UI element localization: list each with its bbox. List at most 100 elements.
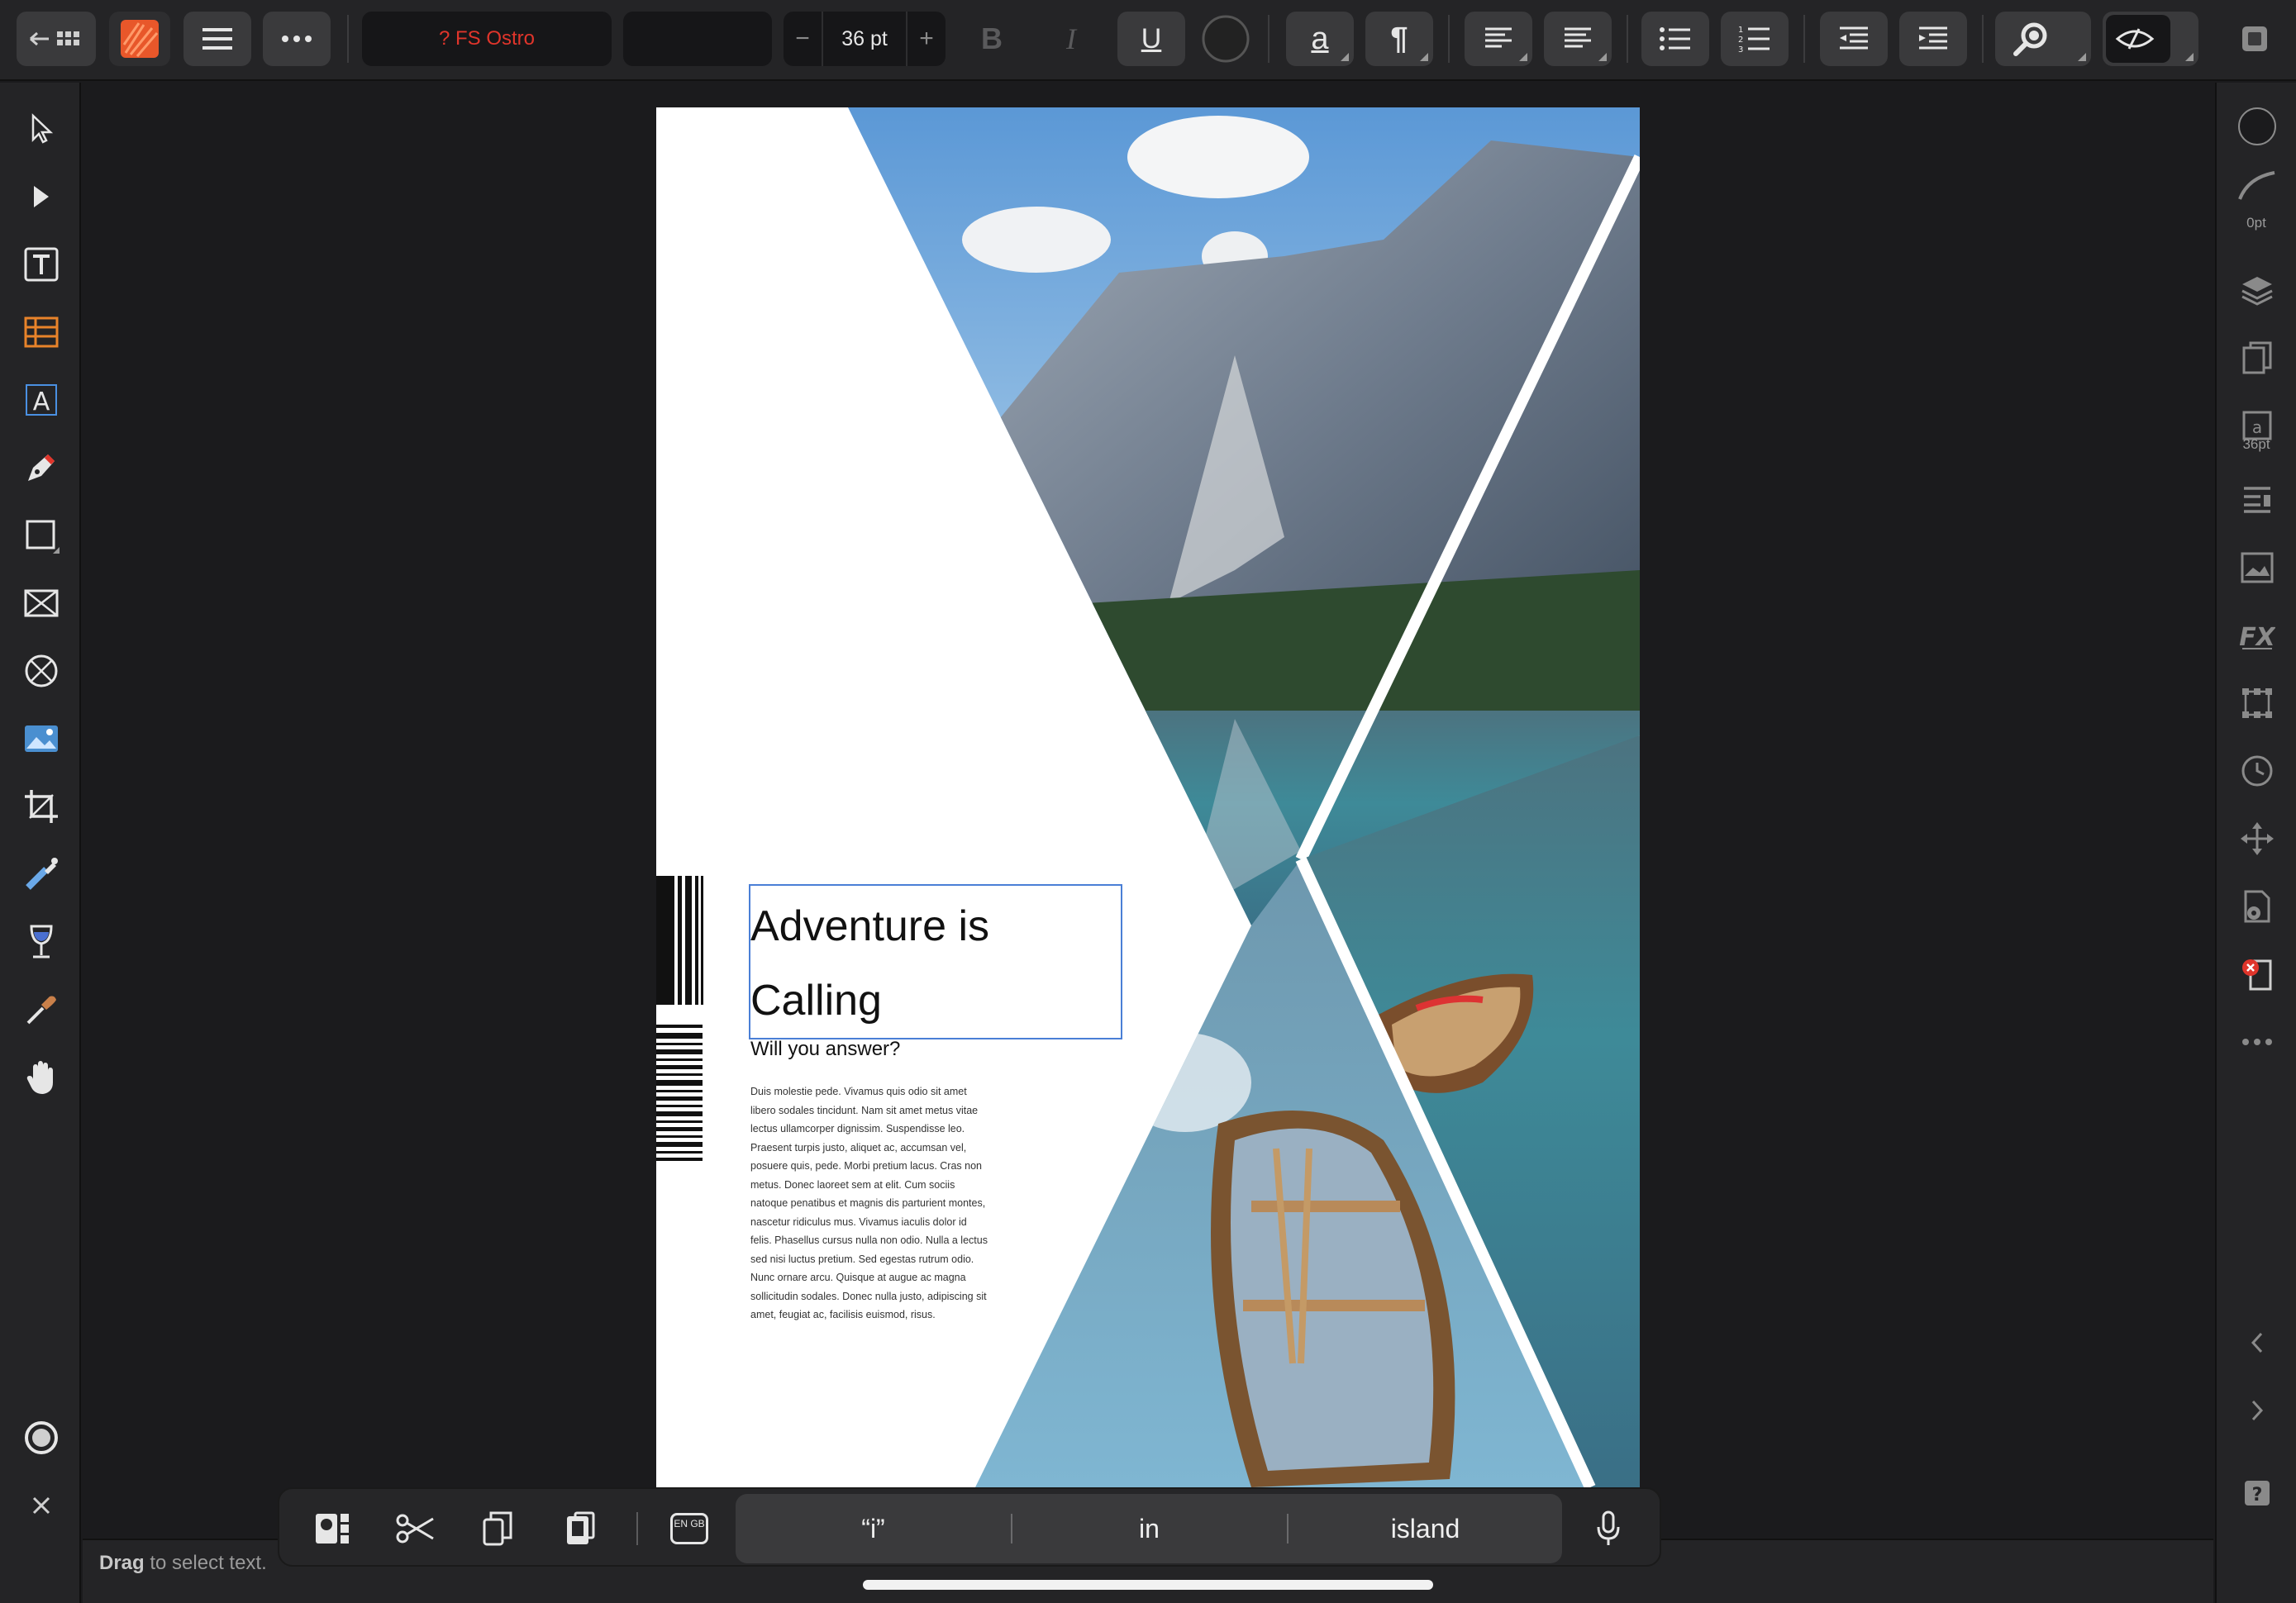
fill-tool[interactable]	[20, 853, 63, 896]
navigator-studio-button[interactable]	[2235, 816, 2279, 861]
transparency-tool[interactable]	[20, 920, 63, 963]
pen-tool[interactable]	[20, 446, 63, 489]
paragraph-panel-button[interactable]: ¶	[1365, 12, 1433, 66]
document-setup-button[interactable]	[2235, 884, 2279, 929]
dictation-button[interactable]	[1584, 1504, 1633, 1553]
select-all-icon	[316, 1514, 349, 1544]
color-button[interactable]	[20, 1416, 63, 1459]
svg-text:a: a	[2252, 417, 2262, 437]
language-switch-button[interactable]: EN GB	[665, 1504, 714, 1553]
fill-studio-button[interactable]	[2235, 104, 2279, 149]
headline-line-2[interactable]: Calling	[750, 963, 1122, 1038]
help-button[interactable]: ?	[2235, 1471, 2279, 1515]
expand-right-button[interactable]	[2235, 1388, 2279, 1433]
preview-mode-button[interactable]	[2103, 12, 2198, 66]
italic-button[interactable]: I	[1038, 12, 1104, 66]
stroke-studio-button[interactable]	[2235, 164, 2279, 208]
numbered-list-button[interactable]: 123	[1721, 12, 1789, 66]
body-text[interactable]: Duis molestie pede. Vivamus quis odio si…	[750, 1082, 990, 1325]
artistic-text-tool[interactable]: A	[20, 378, 63, 421]
prediction-2[interactable]: in	[1012, 1494, 1287, 1563]
menu-button[interactable]	[183, 12, 251, 66]
more-studios-button[interactable]	[2235, 1020, 2279, 1064]
decrease-indent-button[interactable]	[1820, 12, 1888, 66]
font-size-increase-button[interactable]: +	[907, 25, 946, 53]
transform-studio-button[interactable]	[2235, 681, 2279, 725]
increase-indent-button[interactable]	[1899, 12, 1967, 66]
home-indicator[interactable]	[863, 1580, 1433, 1590]
ellipsis-icon	[282, 36, 312, 42]
chevron-left-icon	[2251, 1332, 2263, 1353]
character-panel-label: a	[1311, 21, 1329, 56]
headline-line-1[interactable]: Adventure is	[750, 889, 1122, 963]
node-tool[interactable]	[20, 175, 63, 218]
bullet-list-button[interactable]	[1641, 12, 1709, 66]
font-size-decrease-button[interactable]: −	[784, 25, 822, 53]
paragraph-styles-button[interactable]	[2235, 478, 2279, 522]
predictive-text-bar: “i” in island	[736, 1494, 1562, 1563]
rectangle-frame-tool[interactable]	[20, 582, 63, 625]
headline-text[interactable]: Adventure is Calling	[750, 889, 1122, 1038]
align-top-icon	[1565, 27, 1591, 48]
paste-icon	[567, 1511, 595, 1544]
color-picker-tool[interactable]	[20, 988, 63, 1031]
document-page[interactable]: Adventure is Calling Will you answer? Du…	[656, 107, 1640, 1487]
separator	[1448, 15, 1450, 63]
align-left-button[interactable]	[1465, 12, 1532, 66]
effects-studio-button[interactable]: FX	[2235, 613, 2279, 658]
publisher-persona-button[interactable]	[109, 12, 170, 66]
subheading-text[interactable]: Will you answer?	[750, 1038, 900, 1061]
rectangle-icon	[26, 520, 60, 554]
frame-text-tool[interactable]	[20, 243, 63, 286]
place-image-tool[interactable]	[20, 717, 63, 760]
layers-studio-button[interactable]	[2235, 268, 2279, 312]
text-color-button[interactable]	[1200, 12, 1251, 66]
table-tool[interactable]	[20, 311, 63, 354]
back-to-documents-button[interactable]	[17, 12, 96, 66]
move-arrows-icon	[2241, 822, 2274, 855]
prediction-3[interactable]: island	[1288, 1494, 1563, 1563]
align-left-icon	[1485, 27, 1512, 48]
vertical-align-button[interactable]	[1544, 12, 1612, 66]
select-all-button[interactable]	[307, 1504, 357, 1553]
cut-button[interactable]	[390, 1504, 440, 1553]
more-options-button[interactable]	[263, 12, 331, 66]
font-size-stepper[interactable]: − 36 pt +	[784, 12, 946, 66]
ellipse-frame-tool[interactable]	[20, 649, 63, 692]
image-resource-icon	[2241, 552, 2274, 583]
prediction-1[interactable]: “i”	[736, 1494, 1011, 1563]
outdent-icon	[1840, 26, 1868, 50]
canvas-area[interactable]: Adventure is Calling Will you answer? Du…	[83, 83, 2213, 1537]
view-tool[interactable]	[20, 1056, 63, 1099]
pages-studio-button[interactable]	[2235, 335, 2279, 380]
crop-tool[interactable]	[20, 785, 63, 828]
font-size-value[interactable]: 36 pt	[822, 12, 907, 66]
svg-text:1: 1	[1738, 26, 1743, 35]
rectangle-tool[interactable]	[20, 514, 63, 557]
paste-button[interactable]	[555, 1504, 605, 1553]
character-panel-button[interactable]: a	[1286, 12, 1354, 66]
font-family-field[interactable]: ? FS Ostro	[362, 12, 612, 66]
find-replace-button[interactable]	[1995, 12, 2091, 66]
font-style-field[interactable]	[623, 12, 772, 66]
move-tool[interactable]	[20, 107, 63, 150]
svg-text:FX: FX	[2239, 623, 2275, 652]
resource-manager-button[interactable]	[2235, 545, 2279, 590]
svg-text:3: 3	[1738, 45, 1743, 53]
collapse-left-button[interactable]	[2235, 1320, 2279, 1365]
history-studio-button[interactable]	[2235, 749, 2279, 793]
separator	[1803, 15, 1805, 63]
copy-button[interactable]	[473, 1504, 522, 1553]
crop-icon	[25, 790, 58, 823]
publisher-app-icon	[121, 20, 159, 58]
preflight-studio-button[interactable]	[2235, 952, 2279, 997]
export-button[interactable]	[2232, 12, 2278, 66]
bold-button[interactable]: B	[959, 12, 1025, 66]
studio-panel: 0pt a 36pt FX ?	[2215, 83, 2296, 1603]
search-icon	[2013, 22, 2047, 56]
svg-text:?: ?	[2252, 1485, 2263, 1505]
stroke-curve-icon	[2238, 171, 2275, 200]
close-tools-button[interactable]	[20, 1484, 63, 1527]
underline-button[interactable]: U	[1117, 12, 1185, 66]
numbered-list-icon: 123	[1738, 26, 1770, 53]
